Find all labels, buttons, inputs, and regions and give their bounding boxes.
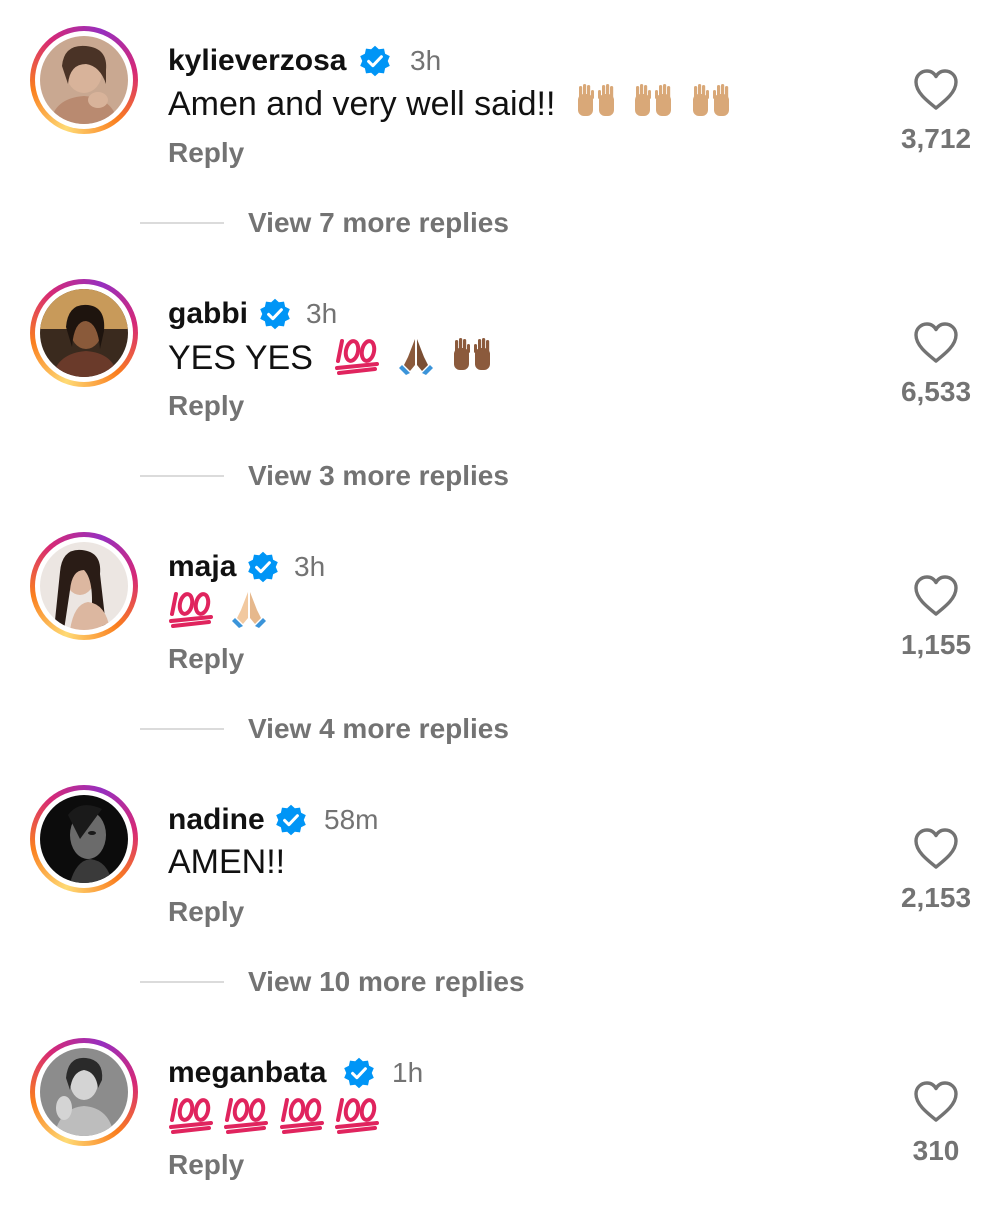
hundred-points-icon — [168, 588, 214, 638]
hundred-points-icon — [279, 1094, 325, 1144]
comment-text: AMEN!! — [168, 841, 285, 883]
divider — [140, 728, 224, 730]
hundred-points-icon — [223, 1094, 269, 1144]
avatar-story-ring[interactable] — [30, 279, 138, 387]
view-more-replies[interactable]: View 7 more replies — [0, 198, 1008, 248]
comment-item: maja 3h Reply 1,155 — [0, 532, 1008, 712]
avatar-story-ring[interactable] — [30, 785, 138, 893]
hundred-points-icon — [334, 335, 380, 385]
verified-badge-icon — [358, 44, 392, 78]
comment-timestamp: 3h — [410, 45, 442, 76]
hundred-points-icon — [334, 1094, 380, 1144]
like-count: 3,712 — [900, 123, 972, 154]
comment-text — [168, 588, 269, 638]
username[interactable]: kylieverzosa — [168, 44, 346, 78]
comment-body: Amen and very well said!! — [168, 84, 556, 123]
like-count: 6,533 — [900, 376, 972, 407]
reply-button[interactable]: Reply — [168, 895, 244, 929]
comment-item: gabbi 3h YES YES Reply 6,533 — [0, 279, 1008, 459]
comment-text: Amen and very well said!! — [168, 82, 732, 130]
reply-button[interactable]: Reply — [168, 136, 244, 170]
heart-icon[interactable] — [912, 321, 960, 365]
username[interactable]: gabbi — [168, 297, 248, 331]
like-count: 310 — [912, 1135, 960, 1166]
comment-item: meganbata 1h Reply 310 — [0, 1038, 1008, 1218]
comment-timestamp: 58m — [324, 804, 379, 835]
divider — [140, 222, 224, 224]
comment-timestamp: 1h — [392, 1057, 424, 1088]
view-more-replies-label[interactable]: View 4 more replies — [248, 712, 509, 746]
username[interactable]: nadine — [168, 803, 265, 837]
heart-icon[interactable] — [912, 68, 960, 112]
heart-icon[interactable] — [912, 827, 960, 871]
username[interactable]: maja — [168, 550, 236, 584]
avatar — [40, 36, 128, 124]
hundred-points-icon — [168, 1094, 214, 1144]
reply-button[interactable]: Reply — [168, 389, 244, 423]
comment-item: kylieverzosa 3h Amen and very well said!… — [0, 26, 1008, 206]
divider — [140, 981, 224, 983]
folded-hands-icon — [229, 588, 269, 638]
verified-badge-icon — [258, 297, 292, 331]
view-more-replies[interactable]: View 3 more replies — [0, 451, 1008, 501]
comment-timestamp: 3h — [306, 298, 338, 329]
comment-text — [168, 1094, 380, 1144]
view-more-replies[interactable]: View 4 more replies — [0, 704, 1008, 754]
verified-badge-icon — [246, 550, 280, 584]
folded-hands-icon — [396, 335, 436, 385]
reply-button[interactable]: Reply — [168, 1148, 244, 1182]
comment-timestamp: 3h — [294, 551, 326, 582]
heart-icon[interactable] — [912, 1080, 960, 1124]
avatar — [40, 1048, 128, 1136]
username[interactable]: meganbata — [168, 1056, 326, 1090]
verified-badge-icon — [342, 1056, 376, 1090]
divider — [140, 475, 224, 477]
view-more-replies-label[interactable]: View 10 more replies — [248, 965, 525, 999]
reply-button[interactable]: Reply — [168, 642, 244, 676]
avatar — [40, 289, 128, 377]
comment-body: AMEN!! — [168, 843, 286, 881]
avatar — [40, 542, 128, 630]
view-more-replies-label[interactable]: View 7 more replies — [248, 206, 509, 240]
avatar-story-ring[interactable] — [30, 1038, 138, 1146]
comment-text: YES YES — [168, 335, 493, 385]
raising-hands-icon — [690, 82, 732, 130]
view-more-replies[interactable]: View 10 more replies — [0, 957, 1008, 1007]
raising-hands-icon — [575, 82, 617, 130]
raising-hands-icon — [632, 82, 674, 130]
heart-icon[interactable] — [912, 574, 960, 618]
avatar-story-ring[interactable] — [30, 532, 138, 640]
raising-hands-icon — [451, 336, 493, 384]
avatar — [40, 795, 128, 883]
like-count: 1,155 — [900, 629, 972, 660]
verified-badge-icon — [274, 803, 308, 837]
comment-item: nadine 58m AMEN!! Reply 2,153 — [0, 785, 1008, 965]
comment-body: YES YES — [168, 338, 313, 377]
avatar-story-ring[interactable] — [30, 26, 138, 134]
like-count: 2,153 — [900, 882, 972, 913]
view-more-replies-label[interactable]: View 3 more replies — [248, 459, 509, 493]
